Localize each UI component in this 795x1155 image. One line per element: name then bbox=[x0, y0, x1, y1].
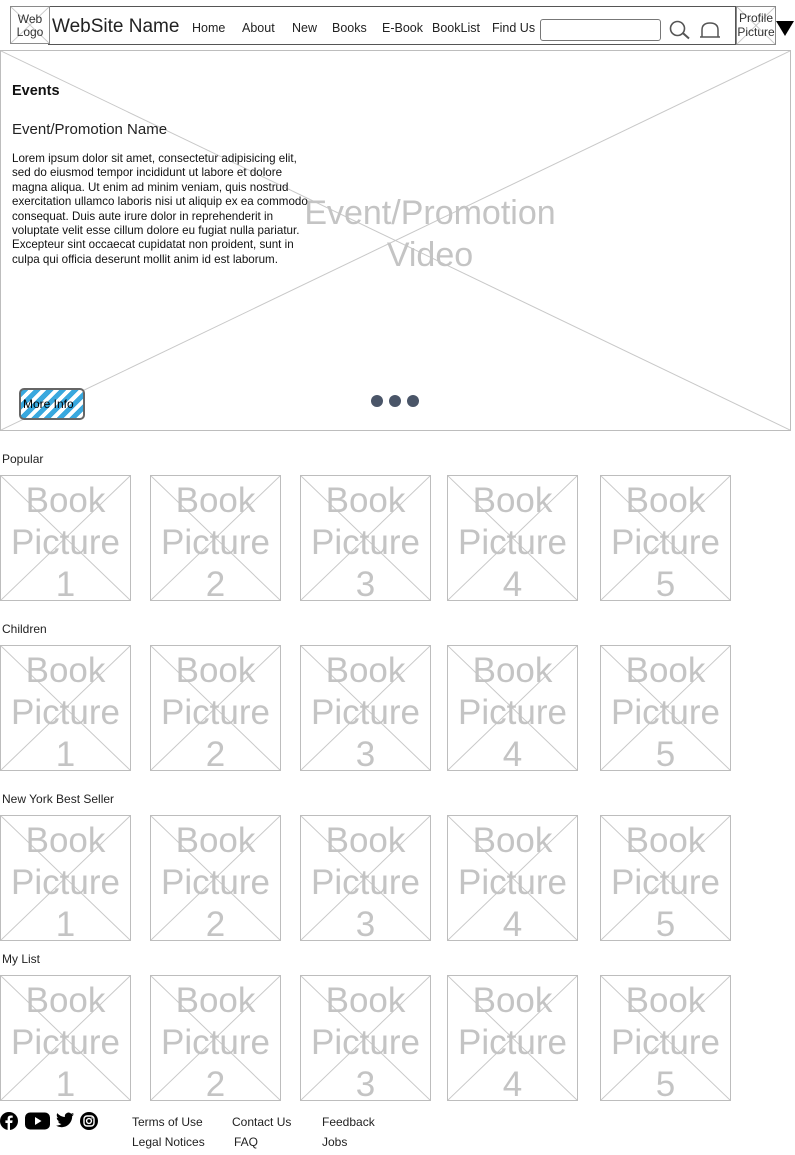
nav-books[interactable]: Books bbox=[332, 21, 367, 35]
promotion-name: Event/Promotion Name bbox=[12, 121, 168, 138]
book-picture-label: Book Picture 2 bbox=[161, 981, 270, 1101]
web-logo-label: Web Logo bbox=[16, 12, 44, 39]
book-picture[interactable]: Book Picture 2 bbox=[150, 975, 281, 1101]
site-name[interactable]: WebSite Name bbox=[52, 16, 179, 38]
carousel-dot-1[interactable] bbox=[371, 395, 383, 407]
book-picture-label: Book Picture 4 bbox=[458, 821, 567, 941]
book-picture-label: Book Picture 2 bbox=[161, 651, 270, 771]
section-title: Children bbox=[2, 622, 47, 636]
search-input[interactable] bbox=[540, 19, 661, 41]
footer-legal-notices[interactable]: Legal Notices bbox=[132, 1135, 205, 1149]
events-heading: Events bbox=[12, 83, 60, 99]
footer-contact-us[interactable]: Contact Us bbox=[232, 1115, 291, 1129]
book-picture[interactable]: Book Picture 4 bbox=[447, 645, 578, 771]
footer-feedback[interactable]: Feedback bbox=[322, 1115, 375, 1129]
book-picture[interactable]: Book Picture 3 bbox=[300, 975, 431, 1101]
book-picture[interactable]: Book Picture 5 bbox=[600, 645, 731, 771]
facebook-icon[interactable] bbox=[0, 1112, 18, 1130]
book-picture-label: Book Picture 1 bbox=[11, 821, 120, 941]
bell-icon[interactable] bbox=[699, 21, 721, 39]
search-icon[interactable] bbox=[668, 20, 692, 40]
book-picture-label: Book Picture 5 bbox=[611, 821, 720, 941]
book-picture[interactable]: Book Picture 5 bbox=[600, 475, 731, 601]
book-picture[interactable]: Book Picture 3 bbox=[300, 475, 431, 601]
book-picture[interactable]: Book Picture 2 bbox=[150, 645, 281, 771]
book-picture[interactable]: Book Picture 3 bbox=[300, 815, 431, 941]
book-picture[interactable]: Book Picture 2 bbox=[150, 475, 281, 601]
book-picture-label: Book Picture 3 bbox=[311, 981, 420, 1101]
book-picture[interactable]: Book Picture 4 bbox=[447, 475, 578, 601]
book-picture-label: Book Picture 5 bbox=[611, 481, 720, 601]
carousel-dot-3[interactable] bbox=[407, 395, 419, 407]
book-picture[interactable]: Book Picture 2 bbox=[150, 815, 281, 941]
book-picture-label: Book Picture 4 bbox=[458, 481, 567, 601]
nav-booklist[interactable]: BookList bbox=[432, 21, 480, 35]
book-picture-label: Book Picture 1 bbox=[11, 481, 120, 601]
book-picture[interactable]: Book Picture 3 bbox=[300, 645, 431, 771]
book-picture[interactable]: Book Picture 5 bbox=[600, 975, 731, 1101]
profile-picture[interactable]: Profile Picture bbox=[736, 6, 776, 45]
web-logo[interactable]: Web Logo bbox=[10, 6, 50, 44]
book-picture-label: Book Picture 2 bbox=[161, 481, 270, 601]
book-picture-label: Book Picture 5 bbox=[611, 981, 720, 1101]
nav-ebook[interactable]: E-Book bbox=[382, 21, 423, 35]
promotion-description: Lorem ipsum dolor sit amet, consectetur … bbox=[12, 152, 308, 266]
footer-jobs[interactable]: Jobs bbox=[322, 1135, 347, 1149]
profile-menu-caret-icon[interactable] bbox=[776, 21, 794, 36]
book-picture[interactable]: Book Picture 1 bbox=[0, 975, 131, 1101]
book-picture-label: Book Picture 1 bbox=[11, 981, 120, 1101]
nav-new[interactable]: New bbox=[292, 21, 317, 35]
nav-find-us[interactable]: Find Us bbox=[492, 21, 535, 35]
profile-picture-label: Profile Picture bbox=[737, 11, 775, 39]
book-picture-label: Book Picture 3 bbox=[311, 481, 420, 601]
book-picture[interactable]: Book Picture 1 bbox=[0, 645, 131, 771]
book-picture[interactable]: Book Picture 1 bbox=[0, 475, 131, 601]
nav-about[interactable]: About bbox=[242, 21, 275, 35]
footer-faq[interactable]: FAQ bbox=[234, 1135, 258, 1149]
book-picture[interactable]: Book Picture 5 bbox=[600, 815, 731, 941]
book-picture-label: Book Picture 4 bbox=[458, 981, 567, 1101]
section-title: New York Best Seller bbox=[2, 792, 115, 806]
book-picture-label: Book Picture 5 bbox=[611, 651, 720, 771]
section-title: My List bbox=[2, 952, 41, 966]
instagram-icon[interactable] bbox=[80, 1112, 98, 1130]
event-promotion-video-label: Event/Promotion Video bbox=[304, 194, 556, 274]
nav-home[interactable]: Home bbox=[192, 21, 225, 35]
carousel-dot-2[interactable] bbox=[389, 395, 401, 407]
section-title: Popular bbox=[2, 452, 44, 466]
footer-terms-of-use[interactable]: Terms of Use bbox=[132, 1115, 203, 1129]
book-picture-label: Book Picture 4 bbox=[458, 651, 567, 771]
more-info-label: More Info bbox=[23, 397, 74, 411]
book-picture[interactable]: Book Picture 4 bbox=[447, 975, 578, 1101]
book-picture-label: Book Picture 3 bbox=[311, 821, 420, 941]
book-picture[interactable]: Book Picture 1 bbox=[0, 815, 131, 941]
book-picture[interactable]: Book Picture 4 bbox=[447, 815, 578, 941]
book-picture-label: Book Picture 3 bbox=[311, 651, 420, 771]
twitter-icon[interactable] bbox=[56, 1112, 74, 1128]
book-picture-label: Book Picture 2 bbox=[161, 821, 270, 941]
more-info-button[interactable]: More Info bbox=[19, 388, 85, 420]
youtube-icon[interactable] bbox=[25, 1112, 50, 1130]
book-picture-label: Book Picture 1 bbox=[11, 651, 120, 771]
